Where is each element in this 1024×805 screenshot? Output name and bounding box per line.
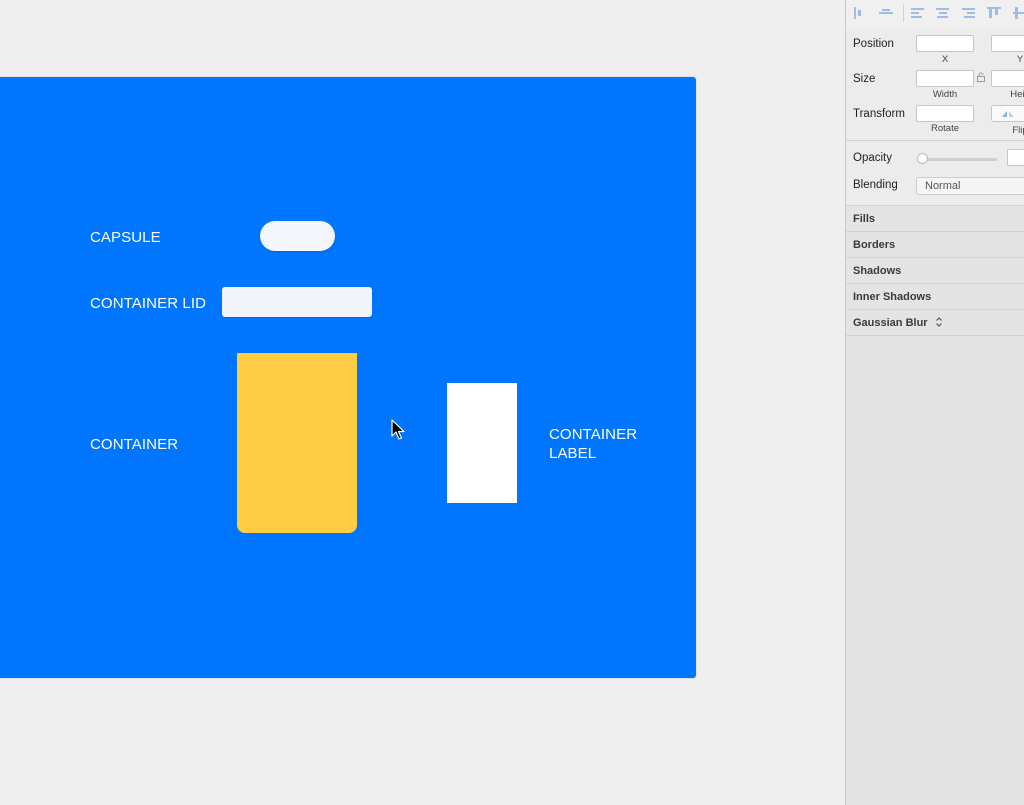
capsule-label: CAPSULE xyxy=(90,229,161,246)
inspector-panel: Position X Y Size Width Heig Transform R… xyxy=(845,0,1024,805)
container-shape[interactable] xyxy=(237,353,357,533)
container-label-shape[interactable] xyxy=(447,383,517,503)
borders-section[interactable]: Borders xyxy=(846,232,1024,258)
container-lid-shape[interactable] xyxy=(222,287,372,317)
appearance-properties: Opacity Blending Normal xyxy=(846,141,1024,206)
opacity-input[interactable] xyxy=(1007,149,1024,166)
position-x-input[interactable] xyxy=(916,35,974,52)
blending-label: Blending xyxy=(853,179,898,191)
align-middle-icon[interactable] xyxy=(1012,6,1024,20)
gaussian-blur-section-title: Gaussian Blur xyxy=(853,317,928,329)
container-label-line1: CONTAINER xyxy=(549,426,638,443)
opacity-slider-track[interactable] xyxy=(921,158,997,161)
align-horizontal-center-icon[interactable] xyxy=(878,6,894,20)
inner-shadows-section-title: Inner Shadows xyxy=(853,291,932,303)
alignment-toolbar xyxy=(846,0,1024,29)
width-sub-label: Width xyxy=(932,89,958,100)
mouse-cursor-icon xyxy=(391,419,405,440)
container-lid-label: CONTAINER LID xyxy=(90,295,207,312)
distribute-center-icon[interactable] xyxy=(935,6,951,20)
capsule-shape[interactable] xyxy=(260,221,335,251)
rotate-input[interactable] xyxy=(916,105,974,122)
position-y-input[interactable] xyxy=(991,35,1024,52)
opacity-label: Opacity xyxy=(853,152,892,164)
blending-select[interactable]: Normal xyxy=(916,177,1024,195)
x-sub-label: X xyxy=(941,54,949,65)
fills-section[interactable]: Fills xyxy=(846,206,1024,232)
height-sub-label: Heig xyxy=(1010,89,1024,100)
size-label: Size xyxy=(853,73,876,85)
toolbar-divider xyxy=(903,4,904,22)
container-label-text: CONTAINER LABEL xyxy=(549,425,637,463)
position-label: Position xyxy=(853,38,894,50)
inner-shadows-section[interactable]: Inner Shadows xyxy=(846,284,1024,310)
geometry-properties: Position X Y Size Width Heig Transform R… xyxy=(846,28,1024,141)
flip-sub-label: Flip xyxy=(1012,125,1024,136)
shadows-section-title: Shadows xyxy=(853,265,902,277)
y-sub-label: Y xyxy=(1016,54,1024,65)
width-input[interactable] xyxy=(916,70,974,87)
align-top-icon[interactable] xyxy=(986,6,1002,20)
flip-button[interactable] xyxy=(991,105,1024,122)
artboard[interactable]: CAPSULE CONTAINER LID CONTAINER CONTAINE… xyxy=(0,77,696,678)
align-left-edge-icon[interactable] xyxy=(852,6,868,20)
fills-section-title: Fills xyxy=(853,213,876,225)
borders-section-title: Borders xyxy=(853,239,896,251)
height-input[interactable] xyxy=(991,70,1024,87)
container-text-label: CONTAINER xyxy=(90,436,179,453)
opacity-slider-knob[interactable] xyxy=(917,153,928,164)
distribute-left-icon[interactable] xyxy=(910,6,926,20)
canvas[interactable]: CAPSULE CONTAINER LID CONTAINER CONTAINE… xyxy=(0,0,845,805)
lock-icon[interactable] xyxy=(977,72,985,82)
gaussian-blur-section[interactable]: Gaussian Blur xyxy=(846,310,1024,336)
up-down-chevron-icon[interactable] xyxy=(935,316,943,328)
rotate-sub-label: Rotate xyxy=(931,123,959,134)
distribute-right-icon[interactable] xyxy=(960,6,976,20)
shadows-section[interactable]: Shadows xyxy=(846,258,1024,284)
flip-icon xyxy=(1002,111,1014,117)
container-label-line2: LABEL xyxy=(549,445,597,462)
transform-label: Transform xyxy=(853,108,905,120)
